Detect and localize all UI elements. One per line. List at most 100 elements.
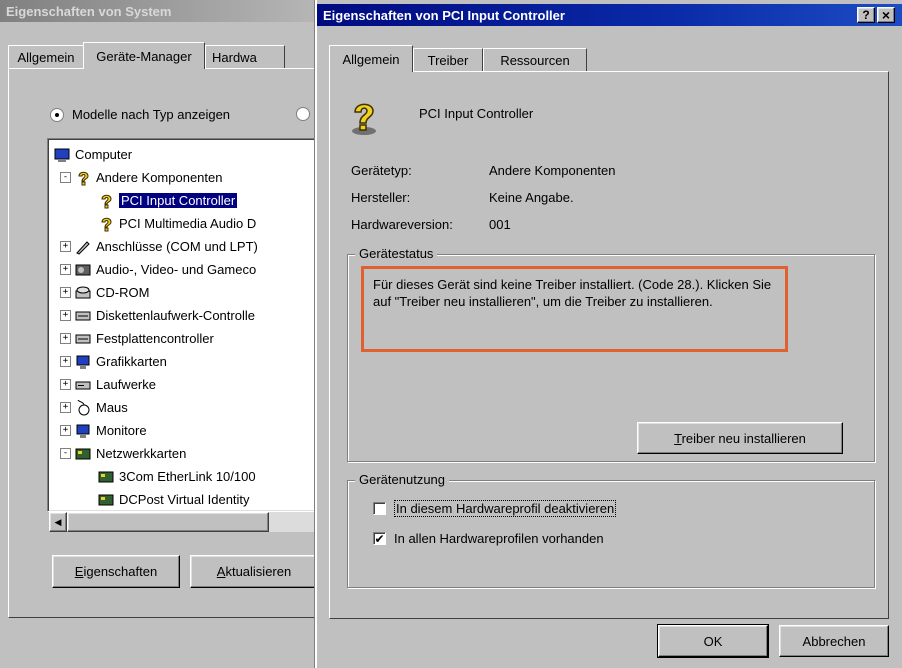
expand-icon[interactable]: + [60, 287, 71, 298]
device-tree-rows: Computer - Andere Komponenten PCI Input Con… [52, 139, 331, 511]
tree-item[interactable]: - Andere Komponenten [60, 166, 222, 189]
tab-label: Hardwa [212, 50, 257, 65]
tree-item[interactable]: + Laufwerke [60, 373, 156, 396]
expand-icon[interactable]: + [60, 333, 71, 344]
tree-item[interactable]: + Diskettenlaufwerk-Controlle [60, 304, 255, 327]
radio-button[interactable] [50, 107, 64, 122]
tree-item[interactable]: Computer [54, 143, 132, 166]
refresh-button[interactable]: Aktualisieren [190, 555, 318, 588]
device-tree[interactable]: Computer - Andere Komponenten PCI Input Con… [47, 138, 332, 512]
tree-item-label: Grafikkarten [96, 354, 167, 369]
tree-item-label: Monitore [96, 423, 147, 438]
properties-button[interactable]: Eigenschaften [52, 555, 180, 588]
monitor-icon [75, 354, 91, 370]
computer-icon [54, 147, 70, 163]
monitor-icon [75, 423, 91, 439]
expand-icon[interactable]: + [60, 379, 71, 390]
pci-properties-dialog: Eigenschaften von PCI Input Controller ?… [315, 0, 902, 668]
tree-item-label: Festplattencontroller [96, 331, 214, 346]
property-label: Hardwareversion: [351, 217, 453, 232]
ok-button[interactable]: OK [657, 624, 769, 658]
tree-horizontal-scrollbar[interactable]: ◀ [49, 512, 332, 532]
cancel-button[interactable]: Abbrechen [779, 625, 889, 657]
tab-label: Allgemein [342, 51, 400, 67]
exists-in-all-profiles-checkbox[interactable]: ✔ In allen Hardwareprofilen vorhanden [373, 531, 604, 546]
tree-item[interactable]: + CD-ROM [60, 281, 149, 304]
property-value: Keine Angabe. [489, 190, 574, 205]
radio-dot [55, 112, 59, 117]
scroll-thumb[interactable] [67, 512, 269, 532]
question-icon [98, 216, 114, 232]
network-icon [75, 446, 91, 462]
help-icon: ? [862, 8, 870, 22]
checkbox-label: In diesem Hardwareprofil deaktivieren [394, 500, 617, 517]
tree-item[interactable]: + Festplattencontroller [60, 327, 214, 350]
tab-label: Ressourcen [500, 53, 570, 68]
question-icon [75, 170, 91, 186]
tab-allgemein[interactable]: Allgemein [329, 45, 413, 72]
tree-item[interactable]: + Grafikkarten [60, 350, 167, 373]
tree-item[interactable]: + Maus [60, 396, 128, 419]
radio-button-2[interactable] [296, 107, 310, 121]
question-icon [352, 103, 376, 135]
tree-item-label: Laufwerke [96, 377, 156, 392]
tab-hardware-bg[interactable]: Hardwa [205, 45, 285, 69]
property-label: Hersteller: [351, 190, 411, 205]
reinstall-driver-button[interactable]: Treiber neu installieren [637, 422, 843, 454]
tree-item[interactable]: + Anschlüsse (COM und LPT) [60, 235, 258, 258]
question-icon [98, 193, 114, 209]
expand-icon[interactable]: + [60, 425, 71, 436]
scroll-left-button[interactable]: ◀ [49, 512, 67, 532]
tree-item-label: DCPost Virtual Identity [119, 492, 250, 507]
tree-item-label: PCI Multimedia Audio D [119, 216, 257, 231]
status-text: Für dieses Gerät sind keine Treiber inst… [373, 277, 772, 309]
tree-item-label: Netzwerkkarten [96, 446, 187, 461]
refresh-button-label: Aktualisieren [216, 564, 292, 579]
close-button[interactable]: × [877, 7, 895, 23]
view-by-type-radio[interactable]: Modelle nach Typ anzeigen [50, 107, 230, 122]
tree-item[interactable]: DCPost Virtual Identity [98, 488, 250, 511]
system-window-titlebar[interactable]: Eigenschaften von System [0, 0, 330, 22]
tab-geraete-manager[interactable]: Geräte-Manager [83, 42, 205, 69]
dialog-titlebar[interactable]: Eigenschaften von PCI Input Controller [317, 4, 902, 26]
drive-icon [75, 377, 91, 393]
tab-label: Treiber [427, 53, 469, 68]
tree-item-label: Andere Komponenten [96, 170, 223, 185]
tab-treiber[interactable]: Treiber [413, 48, 483, 72]
system-properties-window: Eigenschaften von System Allgemein Gerät… [0, 0, 338, 668]
tree-item[interactable]: - Netzwerkkarten [60, 442, 186, 465]
tab-allgemein-bg[interactable]: Allgemein [8, 45, 84, 69]
harddisk-controller-icon [75, 331, 91, 347]
tree-item-label: Audio-, Video- und Gameco [96, 262, 257, 277]
tree-item[interactable]: PCI Input Controller [98, 189, 238, 212]
tree-item[interactable]: 3Com EtherLink 10/100 [98, 465, 256, 488]
help-button[interactable]: ? [857, 7, 875, 23]
device-usage-label: Gerätenutzung [355, 472, 450, 487]
checkbox-box[interactable]: ✔ [373, 532, 386, 545]
expand-icon[interactable]: + [60, 264, 71, 275]
collapse-icon[interactable]: - [60, 172, 71, 183]
collapse-icon[interactable]: - [60, 448, 71, 459]
radio-label: Modelle nach Typ anzeigen [72, 107, 231, 122]
properties-button-text: igenschaften [83, 564, 158, 579]
ok-label: OK [703, 633, 723, 649]
device-name: PCI Input Controller [419, 106, 534, 121]
expand-icon[interactable]: + [60, 310, 71, 321]
tree-item-label: PCI Input Controller [119, 193, 238, 208]
reinstall-driver-label: Treiber neu installieren [674, 430, 806, 446]
disable-in-profile-checkbox[interactable]: In diesem Hardwareprofil deaktivieren [373, 500, 617, 517]
properties-button-label: Eigenschaften [74, 564, 158, 579]
tab-ressourcen[interactable]: Ressourcen [483, 48, 587, 72]
tree-item[interactable]: + Audio-, Video- und Gameco [60, 258, 256, 281]
tree-item-label: Maus [96, 400, 128, 415]
network-icon [98, 492, 114, 508]
expand-icon[interactable]: + [60, 241, 71, 252]
property-label: Gerätetyp: [351, 163, 412, 178]
expand-icon[interactable]: + [60, 402, 71, 413]
tree-item[interactable]: PCI Multimedia Audio D [98, 212, 256, 235]
tree-item[interactable]: + Monitore [60, 419, 147, 442]
expand-icon[interactable]: + [60, 356, 71, 367]
checkbox-box[interactable] [373, 502, 386, 515]
tree-item-label: CD-ROM [96, 285, 150, 300]
tab-label: Geräte-Manager [96, 48, 192, 64]
